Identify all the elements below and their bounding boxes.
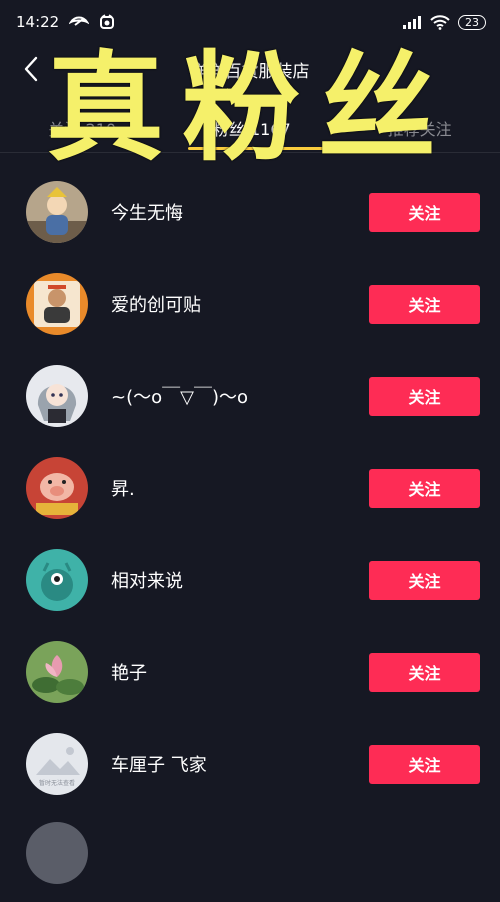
avatar[interactable] — [26, 822, 88, 884]
username[interactable]: 相对来说 — [111, 567, 183, 593]
wifi-icon — [430, 14, 450, 30]
avatar[interactable] — [26, 365, 88, 427]
signal-icon — [402, 15, 422, 29]
back-button[interactable] — [14, 52, 48, 86]
avatar[interactable] — [26, 457, 88, 519]
tab-bar: 关注 210 粉丝 1167 推荐关注 — [0, 104, 500, 153]
tab-following[interactable]: 关注 210 — [42, 108, 122, 148]
list-item: ~(〜o￣▽￣)〜o 关注 — [0, 350, 500, 442]
list-item: 暂时无法查看 车厘子 飞家 关注 — [0, 718, 500, 810]
follow-button[interactable]: 关注 — [369, 192, 480, 232]
follow-button[interactable]: 关注 — [369, 468, 480, 508]
tab-recommended[interactable]: 推荐关注 — [382, 108, 458, 148]
status-bar: 14:22 23 — [0, 0, 500, 44]
battery-icon: 23 — [458, 14, 486, 30]
avatar-placeholder-text: 暂时无法查看 — [39, 779, 75, 787]
list-item-partial — [0, 810, 500, 902]
username[interactable]: ~(〜o￣▽￣)〜o — [111, 383, 248, 409]
avatar[interactable] — [26, 181, 88, 243]
follow-button[interactable]: 关注 — [369, 560, 480, 600]
app-icon — [99, 14, 115, 30]
username[interactable]: 车厘子 飞家 — [111, 751, 207, 777]
follow-button[interactable]: 关注 — [369, 376, 480, 416]
list-item: 昇. 关注 — [0, 442, 500, 534]
page-title: 洋洋百货服装店 — [190, 61, 310, 82]
header: 洋洋百货服装店 — [0, 44, 500, 94]
status-right: 23 — [402, 14, 486, 30]
notification-icon — [69, 15, 90, 29]
avatar[interactable] — [26, 273, 88, 335]
status-left: 14:22 — [16, 13, 115, 31]
avatar[interactable] — [26, 641, 88, 703]
avatar[interactable] — [26, 549, 88, 611]
tab-indicator — [188, 147, 326, 150]
follow-button[interactable]: 关注 — [369, 652, 480, 692]
list-item: 相对来说 关注 — [0, 534, 500, 626]
list-item: 爱的创可贴 关注 — [0, 258, 500, 350]
tab-followers[interactable]: 粉丝 1167 — [207, 108, 297, 148]
avatar[interactable]: 暂时无法查看 — [26, 733, 88, 795]
username[interactable]: 爱的创可贴 — [111, 291, 201, 317]
list-item: 今生无悔 关注 — [0, 166, 500, 258]
username[interactable]: 昇. — [111, 475, 135, 501]
username[interactable]: 今生无悔 — [111, 199, 183, 225]
status-time: 14:22 — [16, 13, 60, 31]
follow-button[interactable]: 关注 — [369, 284, 480, 324]
list-item: 艳子 关注 — [0, 626, 500, 718]
chevron-left-icon — [24, 56, 38, 82]
follow-button[interactable]: 关注 — [369, 744, 480, 784]
username[interactable]: 艳子 — [111, 659, 147, 685]
